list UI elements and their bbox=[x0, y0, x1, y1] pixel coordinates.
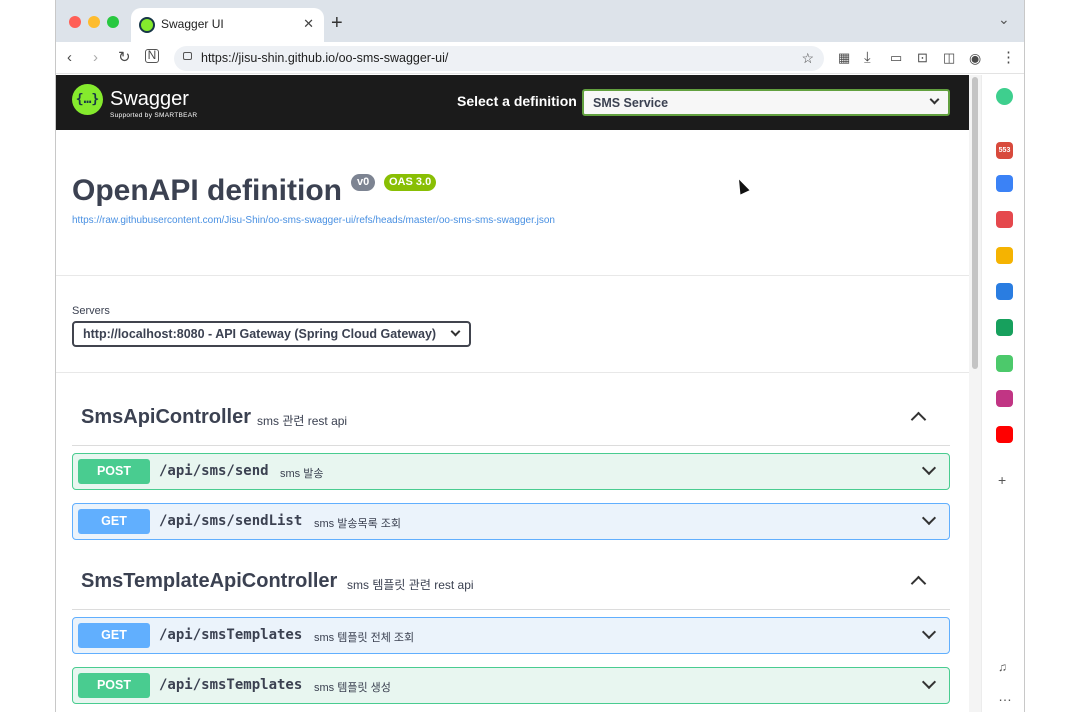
desktop-background-left bbox=[0, 0, 55, 720]
sidebar-toggle-icon[interactable]: ◫ bbox=[943, 48, 955, 68]
swagger-topbar: {…} Swagger Supported by SMARTBEAR Selec… bbox=[56, 75, 969, 130]
version-badge: v0 bbox=[351, 174, 376, 191]
oas-badge: OAS 3.0 bbox=[384, 174, 437, 191]
tab-title: Swagger UI bbox=[161, 17, 224, 31]
page-viewport: {…} Swagger Supported by SMARTBEAR Selec… bbox=[56, 75, 969, 720]
page-scrollbar[interactable] bbox=[969, 75, 981, 720]
screenshot-icon[interactable]: ⊡ bbox=[917, 48, 928, 68]
desktop-background-bottom bbox=[55, 712, 1025, 720]
tag-name: SmsApiController bbox=[81, 406, 252, 428]
menu-icon[interactable]: ⋮ bbox=[1001, 48, 1016, 68]
chevron-down-icon[interactable] bbox=[921, 460, 937, 476]
flag-extension-icon[interactable]: ▦ bbox=[838, 48, 850, 68]
download-icon[interactable]: ⤓ bbox=[864, 48, 871, 68]
definition-value: SMS Service bbox=[593, 96, 669, 110]
chevron-down-icon[interactable] bbox=[921, 624, 937, 640]
chevron-up-icon[interactable] bbox=[910, 575, 927, 592]
navigation-bar: ‹ › ↻ N https://jisu-shin.github.io/oo-s… bbox=[56, 42, 1024, 74]
notification-badge-icon[interactable]: 553 bbox=[996, 142, 1013, 159]
swagger-logo-icon[interactable]: {…} bbox=[72, 84, 103, 115]
desktop-background-right bbox=[1024, 0, 1080, 720]
mouse-cursor-icon bbox=[734, 177, 750, 195]
address-bar[interactable]: https://jisu-shin.github.io/oo-sms-swagg… bbox=[174, 46, 824, 71]
operation-post-sms-send[interactable]: POST /api/sms/send sms 발송 bbox=[72, 453, 950, 490]
profile-icon[interactable]: ◉ bbox=[969, 48, 981, 68]
tab-strip: Swagger UI ✕ + ⌄ bbox=[56, 0, 1024, 42]
operation-path: /api/sms/sendList bbox=[159, 513, 303, 529]
tag-header-sms[interactable]: SmsApiController sms 관련 rest api bbox=[72, 393, 950, 446]
server-value: http://localhost:8080 - API Gateway (Spr… bbox=[83, 327, 437, 341]
operation-summary: sms 템플릿 생성 bbox=[314, 682, 391, 694]
method-badge: POST bbox=[78, 673, 150, 698]
page-title: OpenAPI definition bbox=[72, 174, 342, 207]
chevron-down-icon[interactable] bbox=[921, 510, 937, 526]
server-select[interactable]: http://localhost:8080 - API Gateway (Spr… bbox=[72, 321, 471, 347]
chevron-down-icon[interactable] bbox=[921, 674, 937, 690]
tag-description: sms 관련 rest api bbox=[257, 414, 348, 428]
reload-icon[interactable]: ↻ bbox=[118, 48, 131, 68]
operation-path: /api/sms/send bbox=[159, 463, 269, 479]
operation-summary: sms 발송 bbox=[280, 468, 324, 480]
extension-ring-icon[interactable] bbox=[996, 88, 1013, 105]
browser-side-panel: 553 + ♫ … bbox=[981, 75, 1024, 720]
pocket-icon[interactable] bbox=[996, 211, 1013, 228]
star-extension-icon[interactable] bbox=[996, 247, 1013, 264]
reader-mode-icon[interactable]: N bbox=[145, 49, 159, 63]
url-text: https://jisu-shin.github.io/oo-sms-swagg… bbox=[201, 51, 449, 65]
back-icon[interactable]: ‹ bbox=[67, 48, 72, 68]
video-icon[interactable]: ▭ bbox=[890, 48, 902, 68]
swagger-logo-text: Swagger bbox=[110, 88, 189, 110]
minimize-window-button[interactable] bbox=[88, 16, 100, 28]
definition-select[interactable]: SMS Service bbox=[582, 89, 950, 116]
operation-get-sms-sendlist[interactable]: GET /api/sms/sendList sms 발송목록 조회 bbox=[72, 503, 950, 540]
scrollbar-thumb[interactable] bbox=[972, 77, 978, 369]
method-badge: GET bbox=[78, 623, 150, 648]
operation-path: /api/smsTemplates bbox=[159, 677, 303, 693]
operation-path: /api/smsTemplates bbox=[159, 627, 303, 643]
chevron-down-icon bbox=[450, 326, 461, 337]
tab-search-icon[interactable]: ⌄ bbox=[998, 11, 1010, 28]
operation-summary: sms 발송목록 조회 bbox=[314, 518, 401, 530]
tag-name: SmsTemplateApiController bbox=[81, 570, 338, 592]
add-panel-icon[interactable]: + bbox=[998, 472, 1006, 488]
webtoon-icon[interactable] bbox=[996, 355, 1013, 372]
forward-icon[interactable]: › bbox=[93, 48, 98, 68]
close-window-button[interactable] bbox=[69, 16, 81, 28]
edge-icon[interactable] bbox=[996, 283, 1013, 300]
servers-section: Servers http://localhost:8080 - API Gate… bbox=[56, 275, 969, 373]
servers-label: Servers bbox=[72, 305, 110, 317]
operation-post-sms-templates[interactable]: POST /api/smsTemplates sms 템플릿 생성 bbox=[72, 667, 950, 704]
chevron-up-icon[interactable] bbox=[910, 411, 927, 428]
close-tab-icon[interactable]: ✕ bbox=[303, 16, 314, 32]
operation-summary: sms 템플릿 전체 조회 bbox=[314, 632, 415, 644]
new-tab-button[interactable]: + bbox=[331, 13, 343, 33]
browser-window: Swagger UI ✕ + ⌄ ‹ › ↻ N https://jisu-sh… bbox=[55, 0, 1025, 720]
youtube-icon[interactable] bbox=[996, 426, 1013, 443]
swagger-favicon-icon bbox=[139, 17, 155, 33]
definition-label: Select a definition bbox=[457, 93, 577, 109]
instagram-icon[interactable] bbox=[996, 390, 1013, 407]
tag-description: sms 템플릿 관련 rest api bbox=[347, 578, 474, 592]
browser-tab[interactable]: Swagger UI ✕ bbox=[131, 8, 324, 42]
method-badge: GET bbox=[78, 509, 150, 534]
chevron-down-icon bbox=[929, 94, 940, 105]
tag-header-sms-template[interactable]: SmsTemplateApiController sms 템플릿 관련 rest… bbox=[72, 557, 950, 610]
stocks-icon[interactable] bbox=[996, 319, 1013, 336]
bell-icon[interactable]: ♫ bbox=[998, 660, 1007, 674]
zoom-window-button[interactable] bbox=[107, 16, 119, 28]
operation-get-sms-templates[interactable]: GET /api/smsTemplates sms 템플릿 전체 조회 bbox=[72, 617, 950, 654]
bookmark-star-icon[interactable]: ☆ bbox=[801, 50, 814, 67]
lock-icon bbox=[183, 52, 192, 60]
spec-url-link[interactable]: https://raw.githubusercontent.com/Jisu-S… bbox=[72, 215, 555, 226]
more-icon[interactable]: … bbox=[998, 688, 1012, 704]
swagger-logo-subtitle: Supported by SMARTBEAR bbox=[110, 112, 198, 119]
drive-icon[interactable] bbox=[996, 175, 1013, 192]
method-badge: POST bbox=[78, 459, 150, 484]
